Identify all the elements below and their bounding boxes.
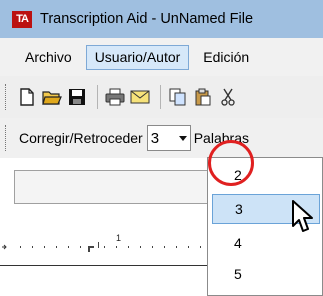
cut-icon[interactable] [217,85,239,109]
chevron-down-icon[interactable] [176,135,190,141]
ruler: 1 [0,232,210,256]
title-bar: TA Transcription Aid - UnNamed File [0,0,323,38]
window-title: Transcription Aid - UnNamed File [40,11,254,27]
menu-usuario-autor[interactable]: Usuario/Autor [85,44,190,70]
toolbar-grip[interactable] [5,84,8,110]
backtrack-count-value: 3 [150,129,160,147]
menu-archivo[interactable]: Archivo [17,45,80,70]
print-icon[interactable] [104,85,126,109]
correction-toolbar: Corregir/Retroceder 3 Palabras [0,118,323,158]
option-5[interactable]: 5 [212,259,320,289]
menu-edicion[interactable]: Edición [195,45,257,70]
backtrack-count-select[interactable]: 3 [146,125,191,151]
mouse-pointer-icon [292,200,314,237]
paste-icon[interactable] [192,85,214,109]
toolbar-separator [160,85,161,109]
menu-bar: Archivo Usuario/Autor Edición [0,38,323,76]
correct-backtrack-label: Corregir/Retroceder [19,130,143,146]
toolbar-grip[interactable] [5,125,8,151]
standard-toolbar [0,76,323,118]
open-folder-icon[interactable] [41,85,63,109]
app-window: TA Transcription Aid - UnNamed File Arch… [0,0,323,296]
new-document-icon[interactable] [16,85,38,109]
option-label: 5 [234,266,242,282]
copy-icon[interactable] [167,85,189,109]
highlight-circle [208,140,254,186]
email-icon[interactable] [129,85,151,109]
toolbar-separator [97,85,98,109]
option-label: 3 [235,201,243,217]
ruler-marker: 1 [116,233,122,243]
input-field[interactable] [14,170,210,204]
page-edge [0,265,210,266]
app-icon: TA [12,10,32,28]
save-icon[interactable] [66,85,88,109]
option-label: 4 [234,235,242,251]
